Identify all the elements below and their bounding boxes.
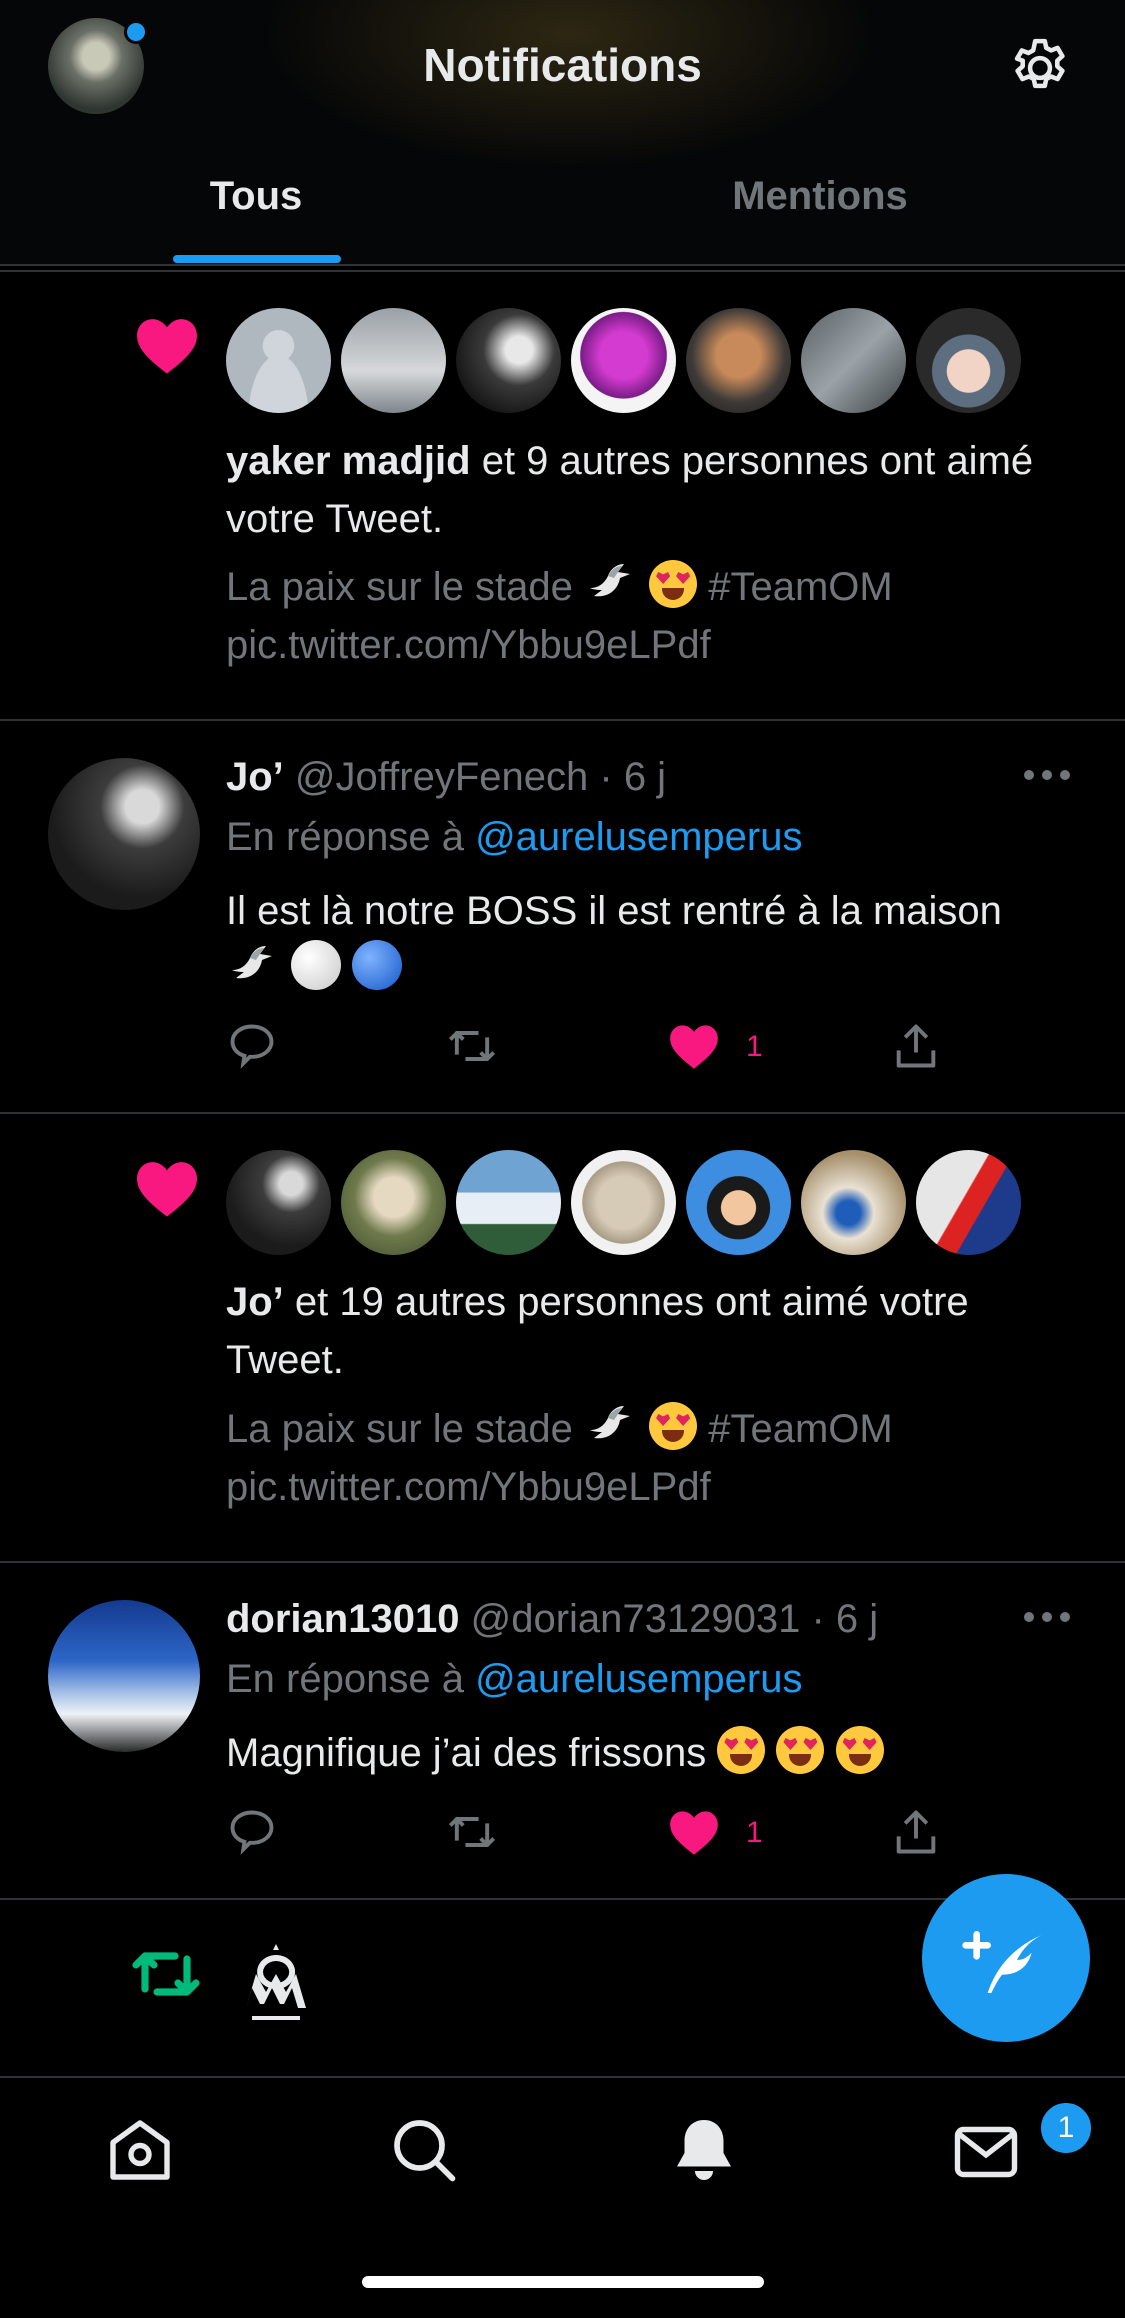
bell-icon[interactable] [668, 2114, 740, 2186]
more-options-icon[interactable] [1024, 770, 1074, 784]
mail-icon[interactable] [950, 2116, 1022, 2188]
tweet-header: Jo’ @JoffreyFenech · 6 j [226, 752, 1026, 802]
heart-eyes-emoji-icon [835, 1726, 884, 1774]
timestamp: · 6 j [588, 755, 667, 799]
liked-tweet-preview[interactable]: La paix sur le stade #TeamOM pic.twitter… [226, 1400, 1086, 1516]
like-count: 1 [746, 1816, 763, 1849]
liked-heart-icon[interactable] [668, 1806, 720, 1858]
avatar[interactable] [226, 1150, 331, 1255]
tab-mentions[interactable]: Mentions [680, 174, 960, 219]
display-name[interactable]: Jo’ [226, 755, 284, 799]
avatar[interactable] [341, 308, 446, 413]
active-tab-indicator [173, 255, 341, 263]
avatar[interactable] [456, 308, 561, 413]
tweet-header: dorian13010 @dorian73129031 · 6 j [226, 1594, 1026, 1644]
divider [0, 264, 1125, 266]
avatar[interactable] [456, 1150, 561, 1255]
reply-icon[interactable] [226, 1806, 278, 1858]
notification-text: Jo’ et 19 autres personnes ont aimé votr… [226, 1280, 969, 1382]
avatar[interactable] [916, 308, 1021, 413]
compose-feather-icon [962, 1931, 1043, 1993]
reply-icon[interactable] [226, 1020, 278, 1072]
timestamp: · 6 j [800, 1597, 879, 1641]
dove-emoji-icon [232, 946, 272, 979]
user-handle[interactable]: @dorian73129031 [471, 1597, 801, 1641]
retweet-icon[interactable] [446, 1806, 498, 1858]
reply-context: En réponse à @aurelusemperus [226, 815, 803, 859]
heart-eyes-emoji-icon [649, 560, 698, 608]
share-icon[interactable] [890, 1020, 942, 1072]
avatar[interactable] [801, 308, 906, 413]
user-handle[interactable]: @JoffreyFenech [295, 755, 588, 799]
avatar[interactable] [48, 1600, 200, 1752]
compose-tweet-button[interactable] [922, 1874, 1090, 2042]
more-options-icon[interactable] [1024, 1612, 1074, 1626]
avatar[interactable] [226, 308, 331, 413]
share-icon[interactable] [890, 1806, 942, 1858]
tweet-text: Il est là notre BOSS il est rentré à la … [226, 882, 1066, 998]
avatar[interactable] [341, 1150, 446, 1255]
truncated-notification-text [226, 2056, 1066, 2076]
avatar[interactable] [571, 1150, 676, 1255]
actor-name[interactable]: Jo’ [226, 1280, 284, 1324]
heart-icon [137, 1162, 197, 1217]
page-title: Notifications [423, 39, 702, 91]
retweet-icon[interactable] [446, 1020, 498, 1072]
liker-avatars [226, 308, 1021, 413]
liked-heart-icon[interactable] [668, 1020, 720, 1072]
dove-emoji-icon [590, 1406, 630, 1439]
divider [0, 1112, 1125, 1114]
search-icon[interactable] [388, 2114, 460, 2186]
retweet-icon [132, 1952, 200, 1996]
liked-tweet-preview[interactable]: La paix sur le stade #TeamOM pic.twitter… [226, 558, 1086, 674]
like-count: 1 [746, 1030, 763, 1063]
tweet-text: Magnifique j’ai des frissons [226, 1724, 1066, 1782]
divider [0, 719, 1125, 721]
unread-message-badge: 1 [1038, 2100, 1094, 2156]
blue-circle-emoji-icon [352, 940, 403, 990]
actor-name[interactable]: yaker madjid [226, 439, 471, 483]
avatar[interactable] [686, 1150, 791, 1255]
liker-avatars [226, 1150, 1021, 1255]
avatar[interactable] [571, 308, 676, 413]
om-logo-avatar[interactable] [240, 1940, 312, 2030]
notification-text: yaker madjid et 9 autres personnes ont a… [226, 439, 1034, 541]
avatar[interactable] [916, 1150, 1021, 1255]
reply-context: En réponse à @aurelusemperus [226, 1657, 803, 1701]
heart-icon [137, 319, 197, 374]
heart-eyes-emoji-icon [717, 1726, 766, 1774]
white-circle-emoji-icon [291, 940, 342, 990]
avatar[interactable] [686, 308, 791, 413]
mention-link[interactable]: @aurelusemperus [475, 1657, 802, 1701]
divider [0, 270, 1125, 272]
top-bar: Notifications Tous Mentions [0, 0, 1125, 266]
heart-eyes-emoji-icon [649, 1402, 698, 1450]
divider [0, 1561, 1125, 1563]
avatar[interactable] [801, 1150, 906, 1255]
settings-gear-icon[interactable] [1006, 34, 1074, 102]
tab-tous[interactable]: Tous [120, 174, 392, 219]
home-icon[interactable] [104, 2114, 176, 2186]
display-name[interactable]: dorian13010 [226, 1597, 459, 1641]
home-indicator [362, 2276, 764, 2288]
dove-emoji-icon [590, 564, 630, 597]
heart-eyes-emoji-icon [776, 1726, 825, 1774]
avatar[interactable] [48, 758, 200, 910]
mention-link[interactable]: @aurelusemperus [475, 815, 802, 859]
